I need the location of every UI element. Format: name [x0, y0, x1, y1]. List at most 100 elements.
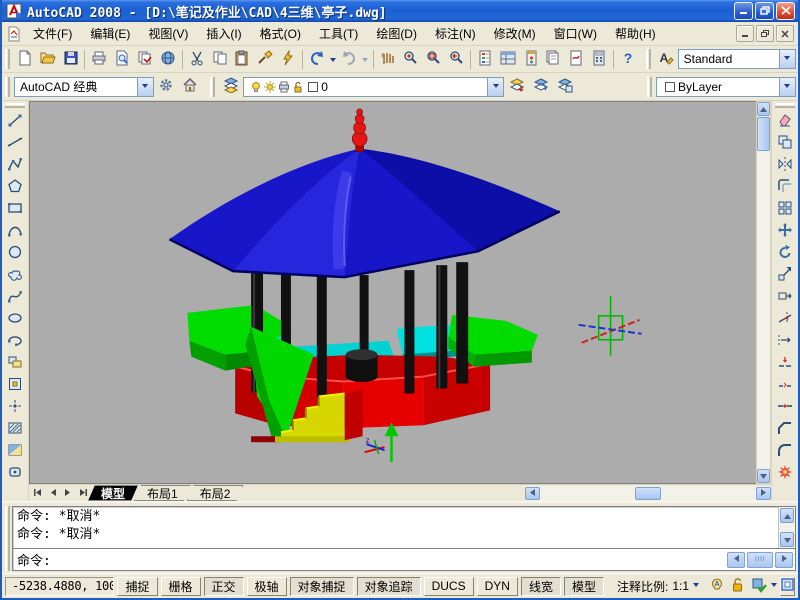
spline-button[interactable] [4, 286, 27, 308]
toolbar-grip[interactable] [5, 103, 25, 108]
vertical-scroll-thumb[interactable] [757, 117, 770, 151]
scroll-left-button[interactable] [525, 487, 540, 500]
toggle-dyn[interactable]: DYN [477, 577, 518, 596]
tab-layout1[interactable]: 布局1 [134, 485, 191, 501]
join-button[interactable] [774, 396, 797, 418]
horizontal-scrollbar[interactable] [525, 486, 771, 501]
drawing-canvas[interactable]: z [29, 101, 756, 484]
text-style-dropdown[interactable] [779, 50, 795, 68]
break-at-point-button[interactable] [774, 352, 797, 374]
zoom-realtime-button[interactable] [400, 48, 422, 70]
properties-palette-button[interactable] [474, 48, 496, 70]
scroll-down-button[interactable] [757, 469, 770, 483]
menu-dimension[interactable]: 标注(N) [426, 22, 485, 45]
toolbar-grip[interactable] [5, 77, 10, 97]
layer-combo[interactable]: 0 [243, 77, 504, 97]
toolbar-grip[interactable] [210, 77, 215, 97]
layer-lock-icon[interactable] [291, 80, 305, 94]
scroll-right-button[interactable] [756, 487, 771, 500]
array-button[interactable] [774, 198, 797, 220]
new-button[interactable] [14, 48, 36, 70]
text-style-button[interactable]: A [655, 48, 677, 70]
clean-screen-button[interactable] [780, 577, 795, 596]
markup-set-manager-button[interactable] [565, 48, 587, 70]
layer-color-swatch[interactable] [308, 82, 318, 92]
toggle-snap[interactable]: 捕捉 [117, 577, 157, 596]
vertical-scrollbar[interactable] [756, 101, 771, 484]
layer-freeze-icon[interactable] [263, 80, 277, 94]
tab-model[interactable]: 模型 [88, 485, 138, 501]
toggle-osnap[interactable]: 对象捕捉 [290, 577, 354, 596]
help-button[interactable]: ? [617, 48, 639, 70]
tab-last-button[interactable] [76, 486, 90, 500]
scroll-down-button[interactable] [780, 532, 794, 547]
arc-button[interactable] [4, 220, 27, 242]
command-input[interactable]: 命令: [13, 548, 795, 570]
menu-file[interactable]: 文件(F) [24, 22, 81, 45]
cut-button[interactable] [186, 48, 208, 70]
menu-format[interactable]: 格式(O) [251, 22, 310, 45]
undo-button[interactable] [306, 48, 328, 70]
toolbar-grip[interactable] [775, 103, 795, 108]
mdi-restore-button[interactable] [756, 25, 774, 42]
layer-properties-button[interactable] [219, 76, 242, 98]
fillet-button[interactable] [774, 440, 797, 462]
toggle-model-space[interactable]: 模型 [564, 577, 604, 596]
design-center-button[interactable] [497, 48, 519, 70]
redo-dropdown[interactable] [361, 53, 370, 65]
command-scrollbar[interactable] [778, 507, 795, 548]
revision-cloud-button[interactable] [4, 264, 27, 286]
polyline-button[interactable] [4, 154, 27, 176]
gradient-button[interactable] [4, 440, 27, 462]
annotation-autoscale-button[interactable] [729, 577, 747, 595]
layer-states-button[interactable] [553, 76, 576, 98]
minimize-button[interactable] [734, 2, 753, 20]
toggle-polar[interactable]: 极轴 [247, 577, 287, 596]
ellipse-button[interactable] [4, 308, 27, 330]
break-button[interactable] [774, 374, 797, 396]
sheet-set-manager-button[interactable] [543, 48, 565, 70]
open-button[interactable] [37, 48, 59, 70]
quick-calc-button[interactable] [588, 48, 610, 70]
pavilion-3d-model[interactable]: z [30, 102, 756, 483]
toolbar-grip[interactable] [646, 49, 651, 69]
block-editor-button[interactable] [277, 48, 299, 70]
workspace-combo[interactable]: AutoCAD 经典 [14, 77, 154, 97]
plot-button[interactable] [88, 48, 110, 70]
plot-preview-button[interactable] [111, 48, 133, 70]
horizontal-scroll-thumb[interactable] [635, 487, 661, 500]
copy-object-button[interactable] [774, 132, 797, 154]
offset-button[interactable] [774, 176, 797, 198]
menu-window[interactable]: 窗口(W) [545, 22, 606, 45]
menu-insert[interactable]: 插入(I) [197, 22, 250, 45]
trim-button[interactable] [774, 308, 797, 330]
copy-button[interactable] [209, 48, 231, 70]
command-scroll-left-button[interactable] [727, 552, 745, 568]
rotate-button[interactable] [774, 242, 797, 264]
layer-dropdown[interactable] [487, 78, 503, 96]
command-window-grip[interactable] [5, 506, 10, 571]
status-tray-dropdown[interactable] [771, 583, 777, 590]
make-object-layer-current-button[interactable] [505, 76, 528, 98]
close-button[interactable] [776, 2, 795, 20]
menu-draw[interactable]: 绘图(D) [367, 22, 426, 45]
zoom-previous-button[interactable] [445, 48, 467, 70]
region-button[interactable] [4, 462, 27, 484]
tab-prev-button[interactable] [46, 486, 60, 500]
text-style-combo[interactable]: Standard [678, 49, 796, 69]
toggle-ortho[interactable]: 正交 [204, 577, 244, 596]
menu-view[interactable]: 视图(V) [139, 22, 197, 45]
toolbar-grip[interactable] [647, 77, 652, 97]
construction-line-button[interactable] [4, 132, 27, 154]
chamfer-button[interactable] [774, 418, 797, 440]
explode-button[interactable] [774, 462, 797, 484]
paste-button[interactable] [231, 48, 253, 70]
toggle-ducs[interactable]: DUCS [424, 577, 474, 596]
pan-button[interactable] [377, 48, 399, 70]
hatch-button[interactable] [4, 418, 27, 440]
save-button[interactable] [60, 48, 82, 70]
ellipse-arc-button[interactable] [4, 330, 27, 352]
line-button[interactable] [4, 110, 27, 132]
tab-layout2[interactable]: 布局2 [187, 485, 244, 501]
match-properties-button[interactable] [254, 48, 276, 70]
